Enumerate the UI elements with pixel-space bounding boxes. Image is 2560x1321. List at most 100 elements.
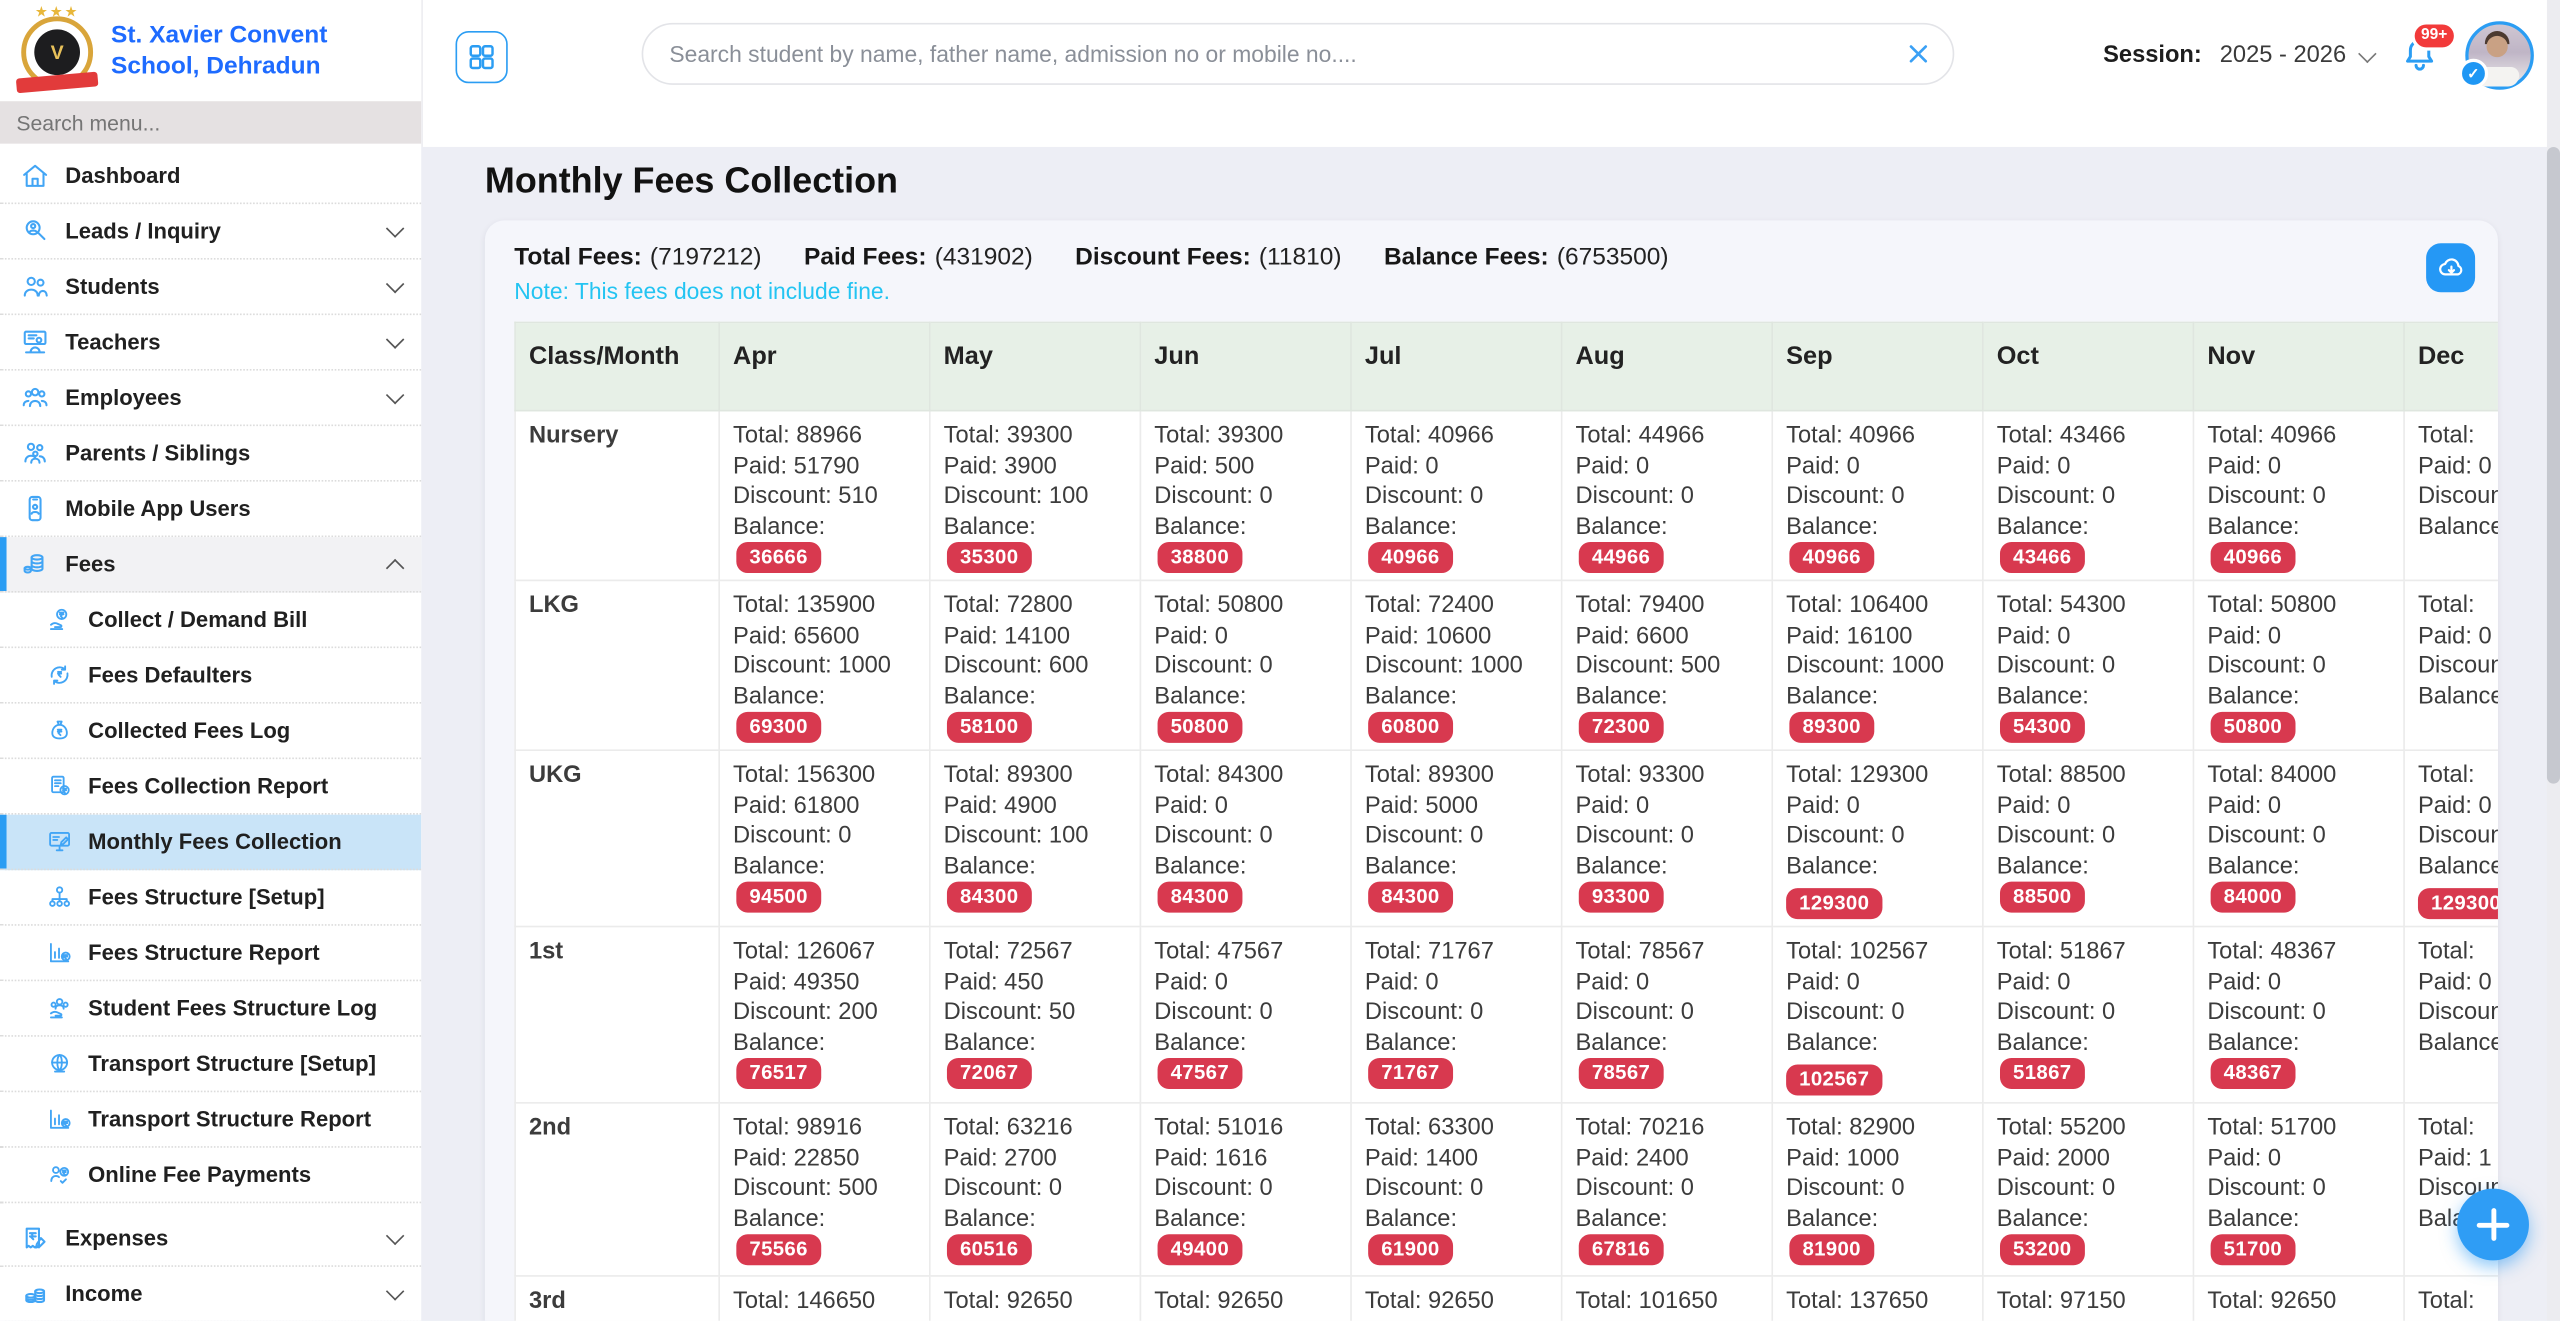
fees-cell: Total:50800Paid:0Discount:0Balance:50800 (2193, 580, 2404, 750)
table-row: 2ndTotal:98916Paid:22850Discount:500Bala… (515, 1103, 2498, 1276)
sidebar-item-leads-inquiry[interactable]: Leads / Inquiry (0, 204, 421, 260)
sidebar-item-label: Fees (65, 552, 115, 576)
leads-icon (20, 216, 51, 247)
sidebar-item-label: Fees Defaulters (88, 663, 252, 687)
monitor-icon (46, 828, 74, 856)
sidebar-item-label: Dashboard (65, 163, 180, 187)
page-title: Monthly Fees Collection (485, 160, 2560, 202)
column-header: Apr (719, 322, 930, 410)
balance-badge: 67816 (1579, 1234, 1664, 1265)
home-icon (20, 160, 51, 191)
fees-cell: Total:Paid:0Discount:Balance:129300 (2404, 750, 2498, 926)
fees-cell: Total:Paid:0Discount:Balance: (2404, 1276, 2498, 1321)
column-header: Jul (1351, 322, 1562, 410)
balance-badge: 47567 (1158, 1058, 1243, 1089)
class-name-cell: LKG (515, 580, 719, 750)
sidebar-item-collect-demand-bill[interactable]: Collect / Demand Bill (0, 593, 421, 649)
sidebar-item-label: Transport Structure [Setup] (88, 1051, 376, 1075)
sidebar-item-fees-defaulters[interactable]: Fees Defaulters (0, 648, 421, 704)
menu-search-input[interactable] (0, 101, 421, 143)
sidebar-item-fees[interactable]: Fees (0, 537, 421, 593)
apps-grid-button[interactable] (456, 31, 508, 83)
monthly-fees-table: Class/MonthAprMayJunJulAugSepOctNovDec N… (514, 322, 2498, 1321)
sidebar-item-label: Fees Structure [Setup] (88, 885, 324, 909)
user-avatar[interactable]: ✓ (2465, 21, 2534, 90)
fees-cell: Total:51867Paid:0Discount:0Balance:51867 (1983, 927, 2194, 1103)
sidebar-item-transport-structure-report[interactable]: Transport Structure Report (0, 1092, 421, 1148)
fees-cell: Total:84000Paid:0Discount:0Balance:84000 (2193, 750, 2404, 926)
sidebar-item-employees[interactable]: Employees (0, 371, 421, 427)
balance-badge: 40966 (1789, 542, 1874, 573)
fees-cell: Total:40966Paid:0Discount:0Balance:40966 (2193, 411, 2404, 581)
balance-badge: 50800 (1158, 712, 1243, 743)
sidebar-item-fees-structure-report[interactable]: Fees Structure Report (0, 926, 421, 982)
sidebar-item-dashboard[interactable]: Dashboard (0, 149, 421, 205)
column-header: Dec (2404, 322, 2498, 410)
sidebar-item-mobile-app-users[interactable]: Mobile App Users (0, 482, 421, 538)
sidebar-item-online-fee-payments[interactable]: Online Fee Payments (0, 1148, 421, 1204)
fees-cell: Total:47567Paid:0Discount:0Balance:47567 (1140, 927, 1351, 1103)
export-button[interactable] (2426, 243, 2475, 292)
fees-cell: Total:92650Paid:0Discount:0Balance:92650 (1140, 1276, 1351, 1321)
sidebar-item-label: Fees Collection Report (88, 774, 328, 798)
chevron-down-icon (386, 1227, 404, 1245)
collect-icon (46, 606, 74, 634)
sidebar-item-monthly-fees-collection[interactable]: Monthly Fees Collection (0, 815, 421, 871)
main-content: Monthly Fees Collection Total Fees:(7197… (421, 147, 2560, 1321)
clear-search-icon[interactable] (1904, 39, 1933, 68)
balance-badge: 48367 (2211, 1058, 2296, 1089)
school-logo: V (20, 15, 95, 90)
studentfees-icon (46, 994, 74, 1022)
balance-badge: 36666 (736, 542, 821, 573)
sidebar-item-students[interactable]: Students (0, 260, 421, 316)
notifications-button[interactable]: 99+ (2398, 34, 2440, 76)
fees-cell: Total:98916Paid:22850Discount:500Balance… (719, 1103, 930, 1276)
balance-badge: 60800 (1368, 712, 1453, 743)
grid-icon (465, 41, 498, 74)
table-row: UKGTotal:156300Paid:61800Discount:0Balan… (515, 750, 2498, 926)
fees-cell: Total:92650Paid:0Discount:0Balance:92650 (2193, 1276, 2404, 1321)
student-search-input[interactable] (643, 24, 1952, 83)
sidebar-item-label: Monthly Fees Collection (88, 829, 341, 853)
fees-cell: Total:126067Paid:49350Discount:200Balanc… (719, 927, 930, 1103)
report-icon (46, 772, 74, 800)
scrollbar-thumb[interactable] (2547, 147, 2560, 784)
balance-badge: 75566 (736, 1234, 821, 1265)
chevron-down-icon (386, 1282, 404, 1300)
sidebar-item-income[interactable]: Income (0, 1267, 421, 1321)
column-header: Sep (1772, 322, 1983, 410)
table-row: 1stTotal:126067Paid:49350Discount:200Bal… (515, 927, 2498, 1103)
add-button[interactable] (2457, 1189, 2529, 1261)
fees-cell: Total:106400Paid:16100Discount:1000Balan… (1772, 580, 1983, 750)
topbar-right: Session: 2025 - 2026 99+ ✓ (2103, 0, 2534, 111)
sidebar-item-label: Fees Structure Report (88, 940, 320, 964)
sidebar-item-label: Online Fee Payments (88, 1162, 311, 1186)
balance-badge: 78567 (1579, 1058, 1664, 1089)
sidebar-item-collected-fees-log[interactable]: Collected Fees Log (0, 704, 421, 760)
fees-icon (20, 549, 51, 580)
sidebar-item-fees-collection-report[interactable]: Fees Collection Report (0, 759, 421, 815)
fees-cell: Total:39300Paid:3900Discount:100Balance:… (930, 411, 1141, 581)
sidebar-item-fees-structure-setup[interactable]: Fees Structure [Setup] (0, 870, 421, 926)
balance-badge: 38800 (1158, 542, 1243, 573)
sidebar-item-student-fees-structure-log[interactable]: Student Fees Structure Log (0, 981, 421, 1037)
fees-cell: Total:92650Paid:0Discount:0Balance:92650 (1351, 1276, 1562, 1321)
discount-fees-stat: Discount Fees:(11810) (1075, 243, 1341, 271)
chevron-down-icon (386, 330, 404, 348)
sidebar-item-label: Collect / Demand Bill (88, 607, 307, 631)
fees-cell: Total:63300Paid:1400Discount:0Balance:61… (1351, 1103, 1562, 1276)
sidebar-item-expenses[interactable]: Expenses (0, 1211, 421, 1267)
fees-cell: Total:93300Paid:0Discount:0Balance:93300 (1562, 750, 1773, 926)
sidebar-item-teachers[interactable]: Teachers (0, 315, 421, 371)
session-selector[interactable]: Session: 2025 - 2026 (2103, 42, 2374, 68)
sidebar-item-label: Leads / Inquiry (65, 219, 221, 243)
class-name-cell: UKG (515, 750, 719, 926)
fees-cell: Total:Paid:0Discount:Balance: (2404, 580, 2498, 750)
fees-cell: Total:135900Paid:65600Discount:1000Balan… (719, 580, 930, 750)
sidebar-item-parents-siblings[interactable]: Parents / Siblings (0, 426, 421, 482)
balance-badge: 69300 (736, 712, 821, 743)
students-icon (20, 271, 51, 302)
sidebar-item-transport-structure-setup[interactable]: Transport Structure [Setup] (0, 1037, 421, 1093)
sidebar-item-label: Expenses (65, 1226, 168, 1250)
fees-cell: Total:43466Paid:0Discount:0Balance:43466 (1983, 411, 2194, 581)
